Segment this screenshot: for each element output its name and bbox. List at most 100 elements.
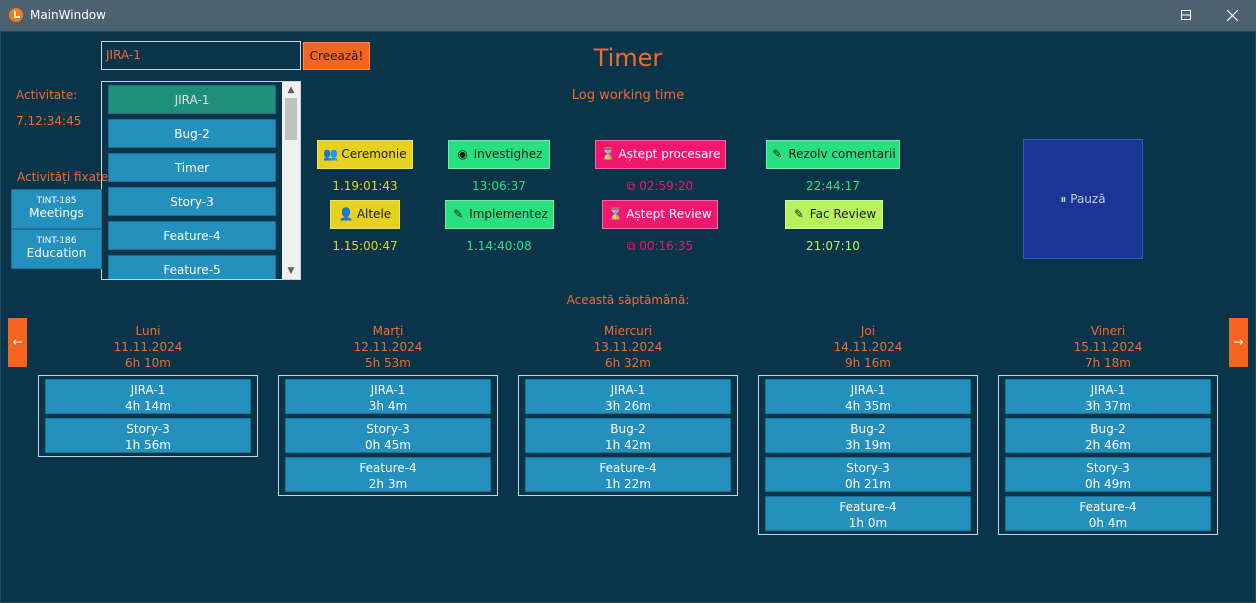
entry-button[interactable]: JIRA-1 4h 14m <box>45 379 251 414</box>
fac-review-time: 21:07:10 <box>806 239 860 253</box>
rezolv-comentarii-button[interactable]: ✎ Rezolv comentarii <box>766 140 900 169</box>
implementez-time: 1.14:40:08 <box>466 239 532 253</box>
ceremonie-button[interactable]: 👥 Ceremonie <box>317 140 413 169</box>
day-name: Marți <box>372 324 404 338</box>
entry-button[interactable]: Story-3 0h 49m <box>1005 457 1211 492</box>
close-button[interactable] <box>1209 0 1255 31</box>
next-week-button[interactable]: → <box>1229 318 1248 367</box>
hourglass-icon: ⌛ <box>608 207 624 221</box>
list-item[interactable]: Story-3 <box>108 187 276 216</box>
day-total: 6h 32m <box>604 356 651 370</box>
astept-review-time: ⧉ 00:16:35 <box>626 239 694 253</box>
entry-button[interactable]: JIRA-1 4h 35m <box>765 379 971 414</box>
activity-total: 7.12:34:45 <box>16 114 82 128</box>
entry-button[interactable]: JIRA-1 3h 37m <box>1005 379 1211 414</box>
day-entries: JIRA-1 4h 35m Bug-2 3h 19m Story-3 0h 21m F… <box>758 375 978 535</box>
day-date: 11.11.2024 <box>113 340 183 354</box>
altele-button[interactable]: 👤 Altele <box>330 200 400 229</box>
day-date: 15.11.2024 <box>1073 340 1143 354</box>
entry-button[interactable]: Feature-4 1h 22m <box>525 457 731 492</box>
day-entries: JIRA-1 4h 14m Story-3 1h 56m <box>38 375 258 457</box>
window-title: MainWindow <box>30 8 106 22</box>
globe-icon: ◉ <box>457 147 468 161</box>
entry-button[interactable]: Bug-2 3h 19m <box>765 418 971 453</box>
previous-week-button[interactable]: ← <box>8 318 27 367</box>
entry-button[interactable]: Feature-4 0h 4m <box>1005 496 1211 531</box>
fixed-activity-name: Education <box>26 246 87 260</box>
entry-button[interactable]: JIRA-1 3h 4m <box>285 379 491 414</box>
list-item[interactable]: Timer <box>108 153 276 182</box>
title-bar[interactable]: MainWindow <box>0 0 1256 31</box>
day-name: Miercuri <box>603 324 653 338</box>
entry-button[interactable]: Story-3 0h 21m <box>765 457 971 492</box>
altele-time: 1.15:00:47 <box>332 239 398 253</box>
day-header: Luni 11.11.2024 6h 10m <box>38 323 258 371</box>
entry-button[interactable]: Bug-2 1h 42m <box>525 418 731 453</box>
day-total: 9h 16m <box>844 356 891 370</box>
create-button[interactable]: Creează! <box>303 42 370 70</box>
person-icon: 👤 <box>338 207 354 221</box>
list-item[interactable]: Feature-5 <box>108 255 276 279</box>
activity-label: Activitate: <box>16 88 78 102</box>
page-subtitle: Log working time <box>571 88 685 103</box>
day-header: Miercuri 13.11.2024 6h 32m <box>518 323 738 371</box>
day-date: 12.11.2024 <box>353 340 423 354</box>
maximize-button[interactable] <box>1163 0 1209 31</box>
day-name: Luni <box>135 324 161 338</box>
astept-procesare-time: ⧉ 02:59:20 <box>626 179 694 193</box>
astept-review-button[interactable]: ⌛ Aștept Review <box>602 200 718 229</box>
day-entries: JIRA-1 3h 37m Bug-2 2h 46m Story-3 0h 49m F… <box>998 375 1218 535</box>
day-entries: JIRA-1 3h 26m Bug-2 1h 42m Feature-4 1h 22m <box>518 375 738 496</box>
entry-button[interactable]: Story-3 1h 56m <box>45 418 251 453</box>
pencil-icon: ✎ <box>793 207 804 221</box>
ceremonie-time: 1.19:01:43 <box>332 179 398 193</box>
investighez-time: 13:06:37 <box>472 179 526 193</box>
pencil-icon: ✎ <box>772 147 783 161</box>
day-header: Vineri 15.11.2024 7h 18m <box>998 323 1218 371</box>
day-name: Joi <box>860 324 876 338</box>
task-input[interactable]: JIRA-1 <box>101 41 301 70</box>
day-entries: JIRA-1 3h 4m Story-3 0h 45m Feature-4 2h 3m <box>278 375 498 496</box>
implementez-button[interactable]: ✎ Implementez <box>445 200 554 229</box>
pause-small-icon: ⧉ <box>626 179 640 193</box>
entry-button[interactable]: Feature-4 2h 3m <box>285 457 491 492</box>
list-item[interactable]: Feature-4 <box>108 221 276 250</box>
fixed-activities-label: Activități fixate <box>17 170 109 184</box>
pencil-icon: ✎ <box>453 207 464 221</box>
day-total: 5h 53m <box>364 356 411 370</box>
list-item[interactable]: JIRA-1 <box>108 85 276 114</box>
day-total: 7h 18m <box>1084 356 1131 370</box>
entry-button[interactable]: Bug-2 2h 46m <box>1005 418 1211 453</box>
entry-button[interactable]: JIRA-1 3h 26m <box>525 379 731 414</box>
fixed-activity-name: Meetings <box>29 206 84 220</box>
scroll-up-icon[interactable]: ▲ <box>282 82 300 98</box>
day-total: 6h 10m <box>124 356 171 370</box>
rezolv-comentarii-time: 22:44:17 <box>806 179 860 193</box>
pause-small-icon: ⧉ <box>626 239 640 253</box>
task-list[interactable]: JIRA-1 Bug-2 Timer Story-3 Feature-4 Fea… <box>101 81 301 280</box>
investighez-button[interactable]: ◉ Investighez <box>448 140 550 169</box>
people-icon: 👥 <box>323 147 339 161</box>
scroll-thumb[interactable] <box>285 98 297 140</box>
day-header: Marți 12.11.2024 5h 53m <box>278 323 498 371</box>
fixed-activity-code: TINT-186 <box>36 236 77 246</box>
scroll-down-icon[interactable]: ▼ <box>282 263 300 279</box>
day-date: 13.11.2024 <box>593 340 663 354</box>
week-label: Această săptămână: <box>566 293 690 307</box>
list-item[interactable]: Bug-2 <box>108 119 276 148</box>
fixed-activity-button[interactable]: TINT-185 Meetings <box>11 189 102 229</box>
fixed-activity-button[interactable]: TINT-186 Education <box>11 229 102 269</box>
pause-button[interactable]: ⏸ Pauză <box>1023 139 1143 259</box>
day-header: Joi 14.11.2024 9h 16m <box>758 323 978 371</box>
app-icon <box>9 8 23 22</box>
fixed-activity-code: TINT-185 <box>36 196 77 206</box>
day-date: 14.11.2024 <box>833 340 903 354</box>
astept-procesare-button[interactable]: ⌛ Aștept procesare <box>595 140 726 169</box>
page-title: Timer <box>593 44 663 72</box>
pause-icon: ⏸ <box>1060 192 1071 206</box>
entry-button[interactable]: Story-3 0h 45m <box>285 418 491 453</box>
fac-review-button[interactable]: ✎ Fac Review <box>785 200 883 229</box>
day-name: Vineri <box>1090 324 1126 338</box>
hourglass-icon: ⌛ <box>600 147 616 161</box>
entry-button[interactable]: Feature-4 1h 0m <box>765 496 971 531</box>
